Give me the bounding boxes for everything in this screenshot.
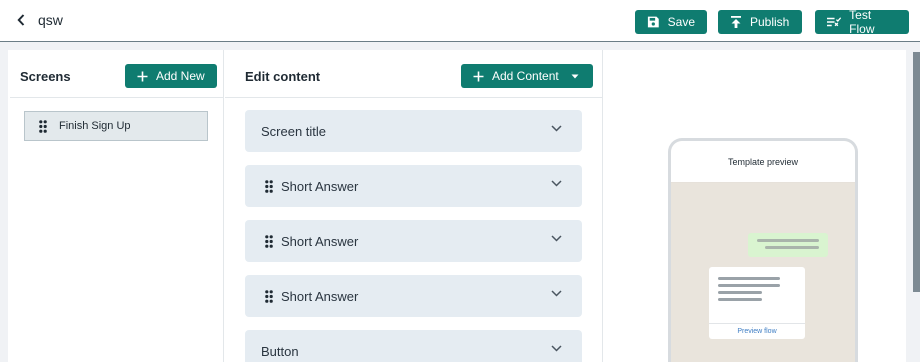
edit-content-header: Edit content Add Content	[225, 50, 603, 98]
content-row-short-answer[interactable]: Short Answer	[245, 165, 582, 207]
add-new-screen-button[interactable]: Add New	[125, 64, 217, 88]
placeholder-line	[718, 291, 762, 294]
content-row-button[interactable]: Button	[245, 330, 582, 362]
chevron-down-icon[interactable]	[551, 125, 562, 132]
add-new-label: Add New	[156, 69, 205, 83]
screens-title: Screens	[20, 69, 71, 84]
drag-handle-icon	[39, 119, 47, 133]
placeholder-line	[765, 246, 819, 249]
drag-handle-icon[interactable]	[265, 179, 273, 193]
content-row-label: Button	[261, 343, 299, 359]
content-row-label: Short Answer	[281, 178, 359, 194]
caret-down-icon	[571, 74, 579, 78]
drag-handle-icon[interactable]	[265, 289, 273, 303]
chevron-down-icon[interactable]	[551, 345, 562, 352]
content-row-label: Screen title	[261, 123, 327, 139]
top-bar: qsw Save Publish Test Flow	[0, 0, 920, 42]
chevron-down-icon[interactable]	[551, 180, 562, 187]
test-flow-button[interactable]: Test Flow	[815, 8, 909, 36]
content-row-label: Short Answer	[281, 233, 359, 249]
template-preview-phone: Template preview Preview flow	[668, 138, 858, 362]
plus-icon	[473, 71, 484, 81]
placeholder-line	[718, 284, 780, 287]
chevron-left-icon	[17, 14, 25, 26]
content-row-short-answer[interactable]: Short Answer	[245, 275, 582, 317]
placeholder-line	[718, 277, 780, 280]
screens-panel: Screens Add New Finish Sign Up	[10, 50, 224, 362]
test-flow-label: Test Flow	[849, 8, 875, 36]
screens-header: Screens Add New	[10, 50, 224, 98]
publish-button[interactable]: Publish	[718, 10, 802, 34]
drag-handle-icon[interactable]	[265, 234, 273, 248]
publish-label: Publish	[750, 15, 790, 29]
preview-flow-link[interactable]: Preview flow	[709, 323, 805, 339]
preview-flow-card: Preview flow	[709, 267, 805, 339]
flow-title: qsw	[38, 12, 63, 28]
back-button[interactable]	[14, 11, 28, 29]
screen-item-finish-sign-up[interactable]: Finish Sign Up	[24, 111, 208, 141]
plus-icon	[137, 71, 148, 81]
content-row-screen-title[interactable]: Screen title	[245, 110, 582, 152]
checklist-icon	[827, 17, 842, 27]
save-icon	[647, 16, 659, 28]
screen-item-label: Finish Sign Up	[59, 120, 131, 132]
edit-content-title: Edit content	[245, 69, 321, 84]
content-row-label: Short Answer	[281, 288, 359, 304]
save-button[interactable]: Save	[635, 10, 707, 34]
placeholder-line	[718, 298, 762, 301]
chevron-down-icon[interactable]	[551, 235, 562, 242]
page-scrollbar[interactable]	[913, 52, 920, 292]
placeholder-line	[757, 239, 819, 242]
preview-message-bubble	[748, 233, 828, 257]
add-content-label: Add Content	[492, 69, 559, 83]
edit-content-panel: Edit content Add Content Screen title Sh…	[225, 50, 603, 362]
publish-icon	[731, 16, 741, 28]
chevron-down-icon[interactable]	[551, 290, 562, 297]
add-content-button[interactable]: Add Content	[461, 64, 593, 88]
save-label: Save	[667, 15, 695, 29]
content-row-short-answer[interactable]: Short Answer	[245, 220, 582, 262]
preview-header: Template preview	[671, 141, 855, 183]
